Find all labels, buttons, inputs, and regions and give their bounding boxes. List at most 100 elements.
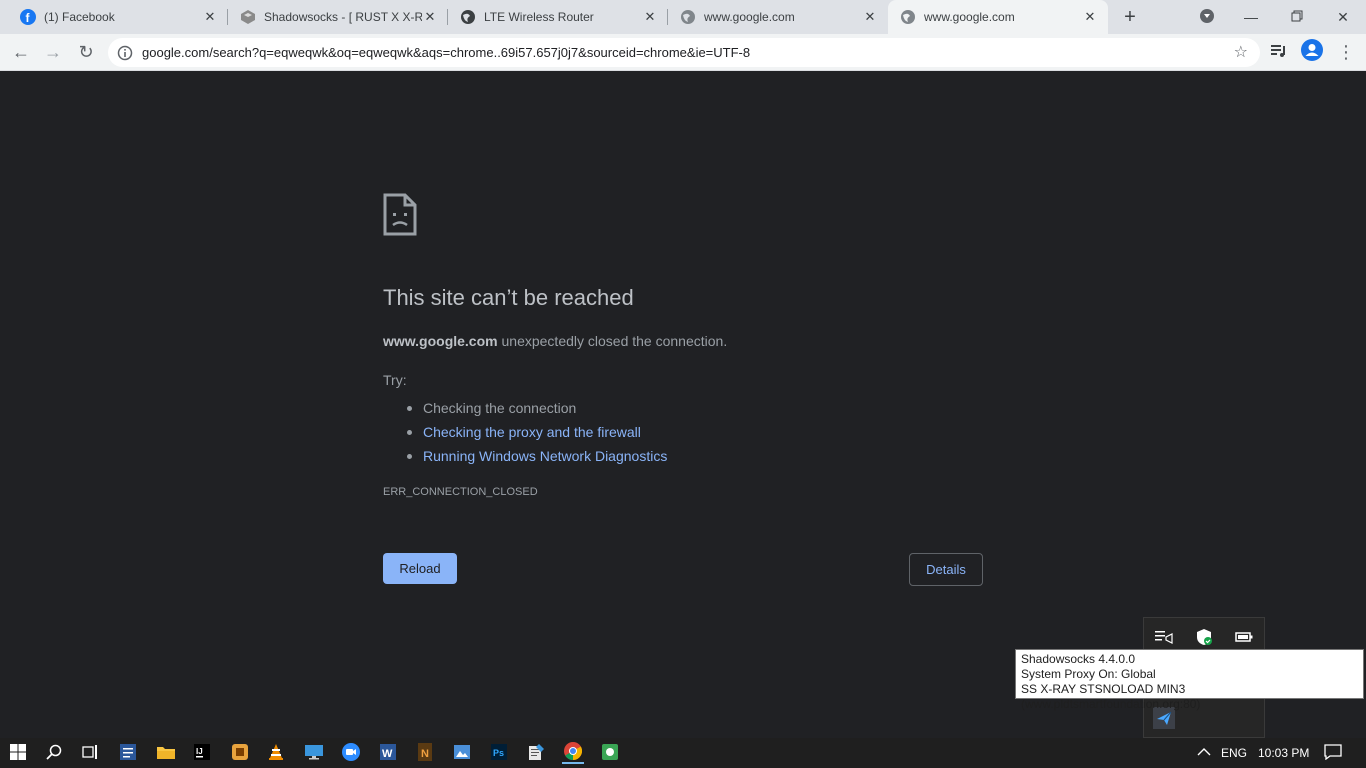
close-window-button[interactable]: ✕ xyxy=(1320,0,1366,34)
taskbar-app-green[interactable] xyxy=(599,742,621,764)
taskbar-word[interactable]: W xyxy=(377,742,399,764)
avatar xyxy=(1301,38,1323,66)
security-shield-tray-icon[interactable] xyxy=(1193,626,1215,648)
close-tab-icon[interactable]: ✕ xyxy=(422,9,438,25)
intellij-icon: IJ xyxy=(194,743,210,763)
svg-text:N: N xyxy=(421,748,429,760)
page-title: This site can’t be reached xyxy=(383,285,634,310)
green-app-icon xyxy=(602,743,618,763)
shadowsocks-icon xyxy=(240,9,256,25)
taskbar-vlc[interactable] xyxy=(265,742,287,764)
back-button[interactable]: ← xyxy=(7,38,35,66)
tooltip-line-server: SS X-RAY STSNOLOAD MIN3 (www.pldtsmartfo… xyxy=(1021,682,1201,711)
vlc-cone-icon xyxy=(268,743,284,763)
zoom-camera-icon xyxy=(342,742,360,764)
tooltip-line-proxy: System Proxy On: Global xyxy=(1021,667,1156,681)
restore-button[interactable] xyxy=(1274,0,1320,34)
battery-tray-icon[interactable] xyxy=(1233,626,1255,648)
profile-button[interactable] xyxy=(1298,38,1326,66)
menu-button[interactable]: ⋮ xyxy=(1332,38,1360,66)
reload-icon: ↻ xyxy=(78,41,94,62)
word-icon: W xyxy=(380,743,396,763)
sad-document-icon xyxy=(383,193,417,236)
bookmark-star-icon[interactable]: ☆ xyxy=(1234,42,1248,62)
forward-button[interactable]: → xyxy=(39,38,67,66)
close-tab-icon[interactable]: ✕ xyxy=(642,9,658,25)
playlist-icon xyxy=(1271,42,1287,63)
media-queue-tray-icon[interactable] xyxy=(1153,626,1175,648)
arrow-right-icon: → xyxy=(44,41,62,62)
url-text: google.com/search?q=eqweqwk&oq=eqweqwk&a… xyxy=(142,45,751,60)
notifications-button[interactable] xyxy=(1322,742,1344,764)
search-button[interactable] xyxy=(43,742,65,764)
close-tab-icon[interactable]: ✕ xyxy=(862,9,878,25)
tab-title: Shadowsocks - [ RUST X X-R xyxy=(264,10,422,24)
suggestion-check-connection: Checking the connection xyxy=(407,396,983,420)
error-host: www.google.com xyxy=(383,333,498,349)
show-hidden-icons-button[interactable] xyxy=(1193,742,1215,764)
suggestion-network-diagnostics-link[interactable]: Running Windows Network Diagnostics xyxy=(407,444,983,468)
address-bar[interactable]: google.com/search?q=eqweqwk&oq=eqweqwk&a… xyxy=(108,38,1260,67)
tab-facebook[interactable]: f (1) Facebook ✕ xyxy=(8,0,228,34)
tab-title: www.google.com xyxy=(704,10,795,24)
windows-taskbar: IJ W N Ps ENG 10:03 PM xyxy=(0,738,1366,768)
input-language[interactable]: ENG xyxy=(1221,746,1247,760)
taskbar-remote-desktop[interactable] xyxy=(303,742,325,764)
chevron-down-icon xyxy=(1199,8,1215,27)
arrow-left-icon: ← xyxy=(12,41,30,62)
photos-icon xyxy=(454,744,470,762)
taskbar-app-photos[interactable] xyxy=(451,742,473,764)
windows-logo-icon xyxy=(10,743,26,763)
close-tab-icon[interactable]: ✕ xyxy=(1082,9,1098,25)
new-tab-button[interactable]: + xyxy=(1118,5,1142,29)
taskbar-app-checklist[interactable] xyxy=(117,742,139,764)
notepad-icon xyxy=(528,743,544,763)
task-view-button[interactable] xyxy=(79,742,101,764)
suggestion-proxy-firewall-link[interactable]: Checking the proxy and the firewall xyxy=(407,420,983,444)
tab-google-active[interactable]: www.google.com ✕ xyxy=(888,0,1108,34)
details-button[interactable]: Details xyxy=(909,553,983,586)
checklist-app-icon xyxy=(120,743,136,763)
taskbar-zoom[interactable] xyxy=(340,742,362,764)
taskbar-app-n[interactable]: N xyxy=(414,742,436,764)
taskbar-file-explorer[interactable] xyxy=(155,742,177,764)
taskbar-app-puzzle[interactable] xyxy=(229,742,251,764)
error-code: ERR_CONNECTION_CLOSED xyxy=(383,486,538,498)
start-button[interactable] xyxy=(7,742,29,764)
error-message: unexpectedly closed the connection. xyxy=(497,333,728,349)
tab-title: LTE Wireless Router xyxy=(484,10,594,24)
tab-shadowsocks[interactable]: Shadowsocks - [ RUST X X-R ✕ xyxy=(228,0,448,34)
photoshop-icon: Ps xyxy=(491,743,507,763)
taskbar-notepad[interactable] xyxy=(525,742,547,764)
tab-search-button[interactable] xyxy=(1184,0,1230,34)
taskbar-photoshop[interactable]: Ps xyxy=(488,742,510,764)
globe-icon xyxy=(900,9,916,25)
n-app-icon: N xyxy=(418,742,432,764)
tab-lte-router[interactable]: LTE Wireless Router ✕ xyxy=(448,0,668,34)
tab-google-1[interactable]: www.google.com ✕ xyxy=(668,0,888,34)
reload-toolbar-button[interactable]: ↻ xyxy=(72,38,100,66)
close-tab-icon[interactable]: ✕ xyxy=(202,9,218,25)
taskbar-intellij[interactable]: IJ xyxy=(191,742,213,764)
error-content: This site can’t be reached www.google.co… xyxy=(383,193,983,498)
puzzle-app-icon xyxy=(232,743,248,763)
minimize-icon: — xyxy=(1244,9,1258,25)
tooltip-line-version: Shadowsocks 4.4.0.0 xyxy=(1021,652,1136,666)
more-vert-icon: ⋮ xyxy=(1337,41,1355,62)
taskbar-chrome[interactable] xyxy=(562,741,584,764)
close-icon: ✕ xyxy=(1337,8,1349,25)
globe-icon xyxy=(460,9,476,25)
media-control-button[interactable] xyxy=(1265,38,1293,66)
info-icon[interactable] xyxy=(108,45,142,61)
suggestion-list: Checking the connection Checking the pro… xyxy=(383,396,983,468)
chrome-icon xyxy=(564,741,583,763)
folder-icon xyxy=(157,745,175,762)
clock[interactable]: 10:03 PM xyxy=(1258,746,1309,760)
notification-icon xyxy=(1324,743,1342,763)
facebook-icon: f xyxy=(20,9,36,25)
minimize-button[interactable]: — xyxy=(1228,0,1274,34)
shadowsocks-tooltip: Shadowsocks 4.4.0.0 System Proxy On: Glo… xyxy=(1015,649,1364,711)
reload-button[interactable]: Reload xyxy=(383,553,457,584)
monitor-icon xyxy=(305,744,323,763)
tab-strip: f (1) Facebook ✕ Shadowsocks - [ RUST X … xyxy=(0,0,1366,34)
